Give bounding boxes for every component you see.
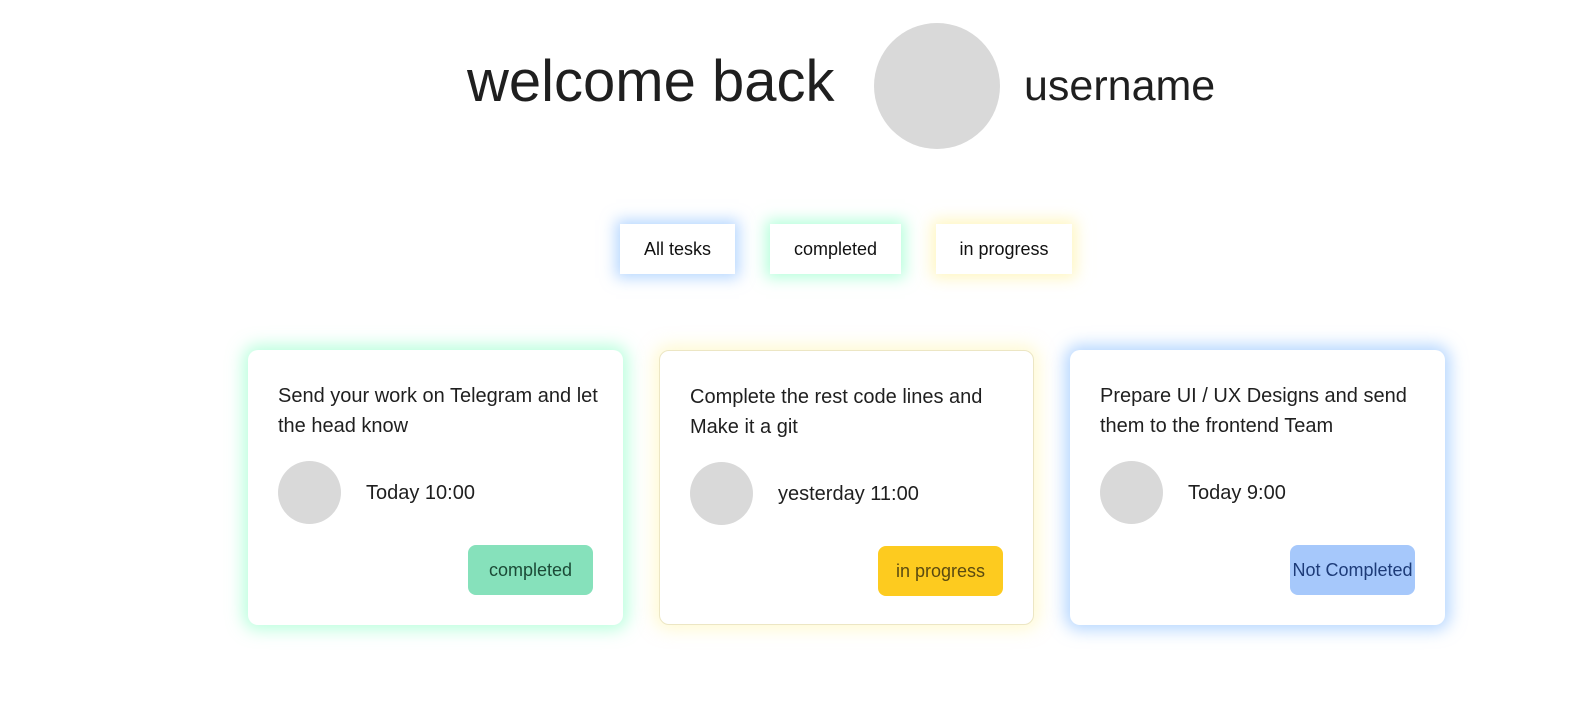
assignee-avatar [1100, 461, 1163, 524]
task-card[interactable]: Prepare UI / UX Designs and send them to… [1070, 350, 1445, 625]
task-title: Complete the rest code lines and Make it… [690, 386, 983, 438]
filter-completed-button[interactable]: completed [770, 224, 901, 274]
task-time: yesterday 11:00 [778, 483, 919, 505]
task-filter-bar: All tesks completed in progress [0, 224, 1590, 274]
filter-all-tasks-button[interactable]: All tesks [620, 224, 735, 274]
username-label: username [1024, 62, 1216, 110]
assignee-avatar [278, 461, 341, 524]
filter-in-progress-button[interactable]: in progress [936, 224, 1072, 274]
status-badge[interactable]: Not Completed [1290, 545, 1415, 595]
task-card[interactable]: Send your work on Telegram and let the h… [248, 350, 623, 625]
welcome-header: welcome back username [0, 23, 1590, 149]
task-time: Today 10:00 [366, 482, 475, 504]
welcome-text: welcome back [467, 49, 835, 114]
status-badge[interactable]: completed [468, 545, 593, 595]
user-avatar[interactable] [874, 23, 1000, 149]
task-card[interactable]: Complete the rest code lines and Make it… [659, 350, 1034, 625]
assignee-avatar [690, 462, 753, 525]
task-title: Prepare UI / UX Designs and send them to… [1100, 385, 1407, 437]
task-time: Today 9:00 [1188, 482, 1286, 504]
task-title: Send your work on Telegram and let the h… [278, 385, 598, 437]
status-badge[interactable]: in progress [878, 546, 1003, 596]
